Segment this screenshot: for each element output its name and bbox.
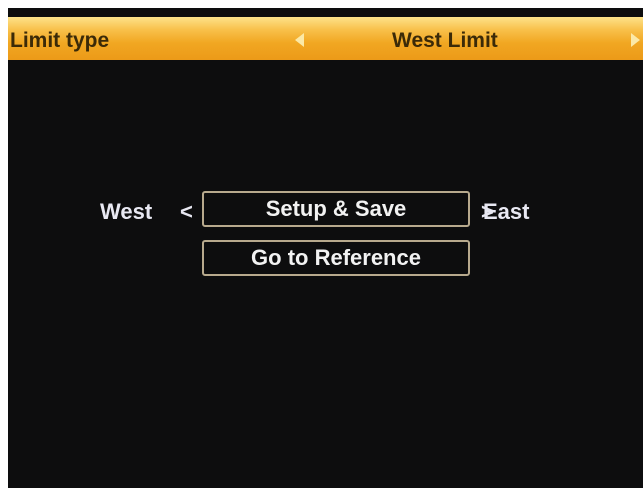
triangle-left-icon[interactable] [295, 33, 304, 47]
setup-save-button[interactable]: Setup & Save [202, 191, 470, 227]
limit-type-label: Limit type [10, 29, 110, 52]
osd-screen: Limit type West Limit West < Setup & Sav… [8, 8, 643, 488]
go-to-reference-button[interactable]: Go to Reference [202, 240, 470, 276]
triangle-right-icon[interactable] [631, 33, 640, 47]
west-label: West [100, 199, 153, 224]
east-label: East [483, 199, 530, 224]
chevron-left-icon: < [180, 199, 193, 224]
limit-type-value: West Limit [392, 29, 498, 52]
limit-type-selector[interactable]: Limit type West Limit [8, 17, 643, 60]
